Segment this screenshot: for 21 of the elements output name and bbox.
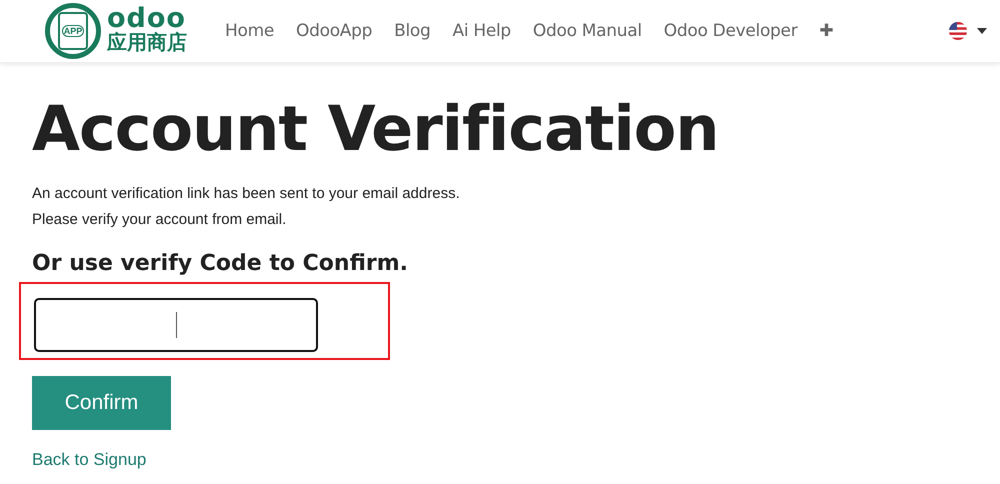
nav-link[interactable]: Ai Help — [452, 21, 511, 41]
nav-link[interactable]: Odoo Manual — [532, 21, 642, 41]
section-heading: Or use verify Code to Confirm. — [32, 251, 410, 276]
flag-icon — [948, 21, 968, 41]
nav-link[interactable]: OdooApp — [296, 21, 372, 41]
text-cursor — [176, 312, 177, 338]
code-field[interactable] — [34, 298, 318, 352]
message-line: An account verification link has been sent to your email address. — [32, 184, 461, 204]
confirm-button[interactable]: Confirm — [32, 376, 171, 430]
nav-link[interactable]: Odoo Developer — [664, 21, 798, 41]
logo-badge: APP — [45, 3, 101, 59]
nav-link[interactable]: Blog — [394, 21, 430, 41]
nav-link[interactable]: ✚ — [819, 21, 834, 41]
page-title: Account Verification — [32, 91, 720, 167]
logo-wordmark: odoo — [107, 7, 186, 31]
nav-link[interactable]: Home — [225, 21, 274, 41]
logo-subtitle: 应用商店 — [107, 31, 187, 55]
caret-icon — [976, 27, 988, 35]
back-to-signup-link[interactable]: Back to Signup — [32, 450, 146, 470]
language-selector[interactable] — [948, 21, 988, 41]
message-line: Please verify your account from email. — [32, 210, 288, 230]
